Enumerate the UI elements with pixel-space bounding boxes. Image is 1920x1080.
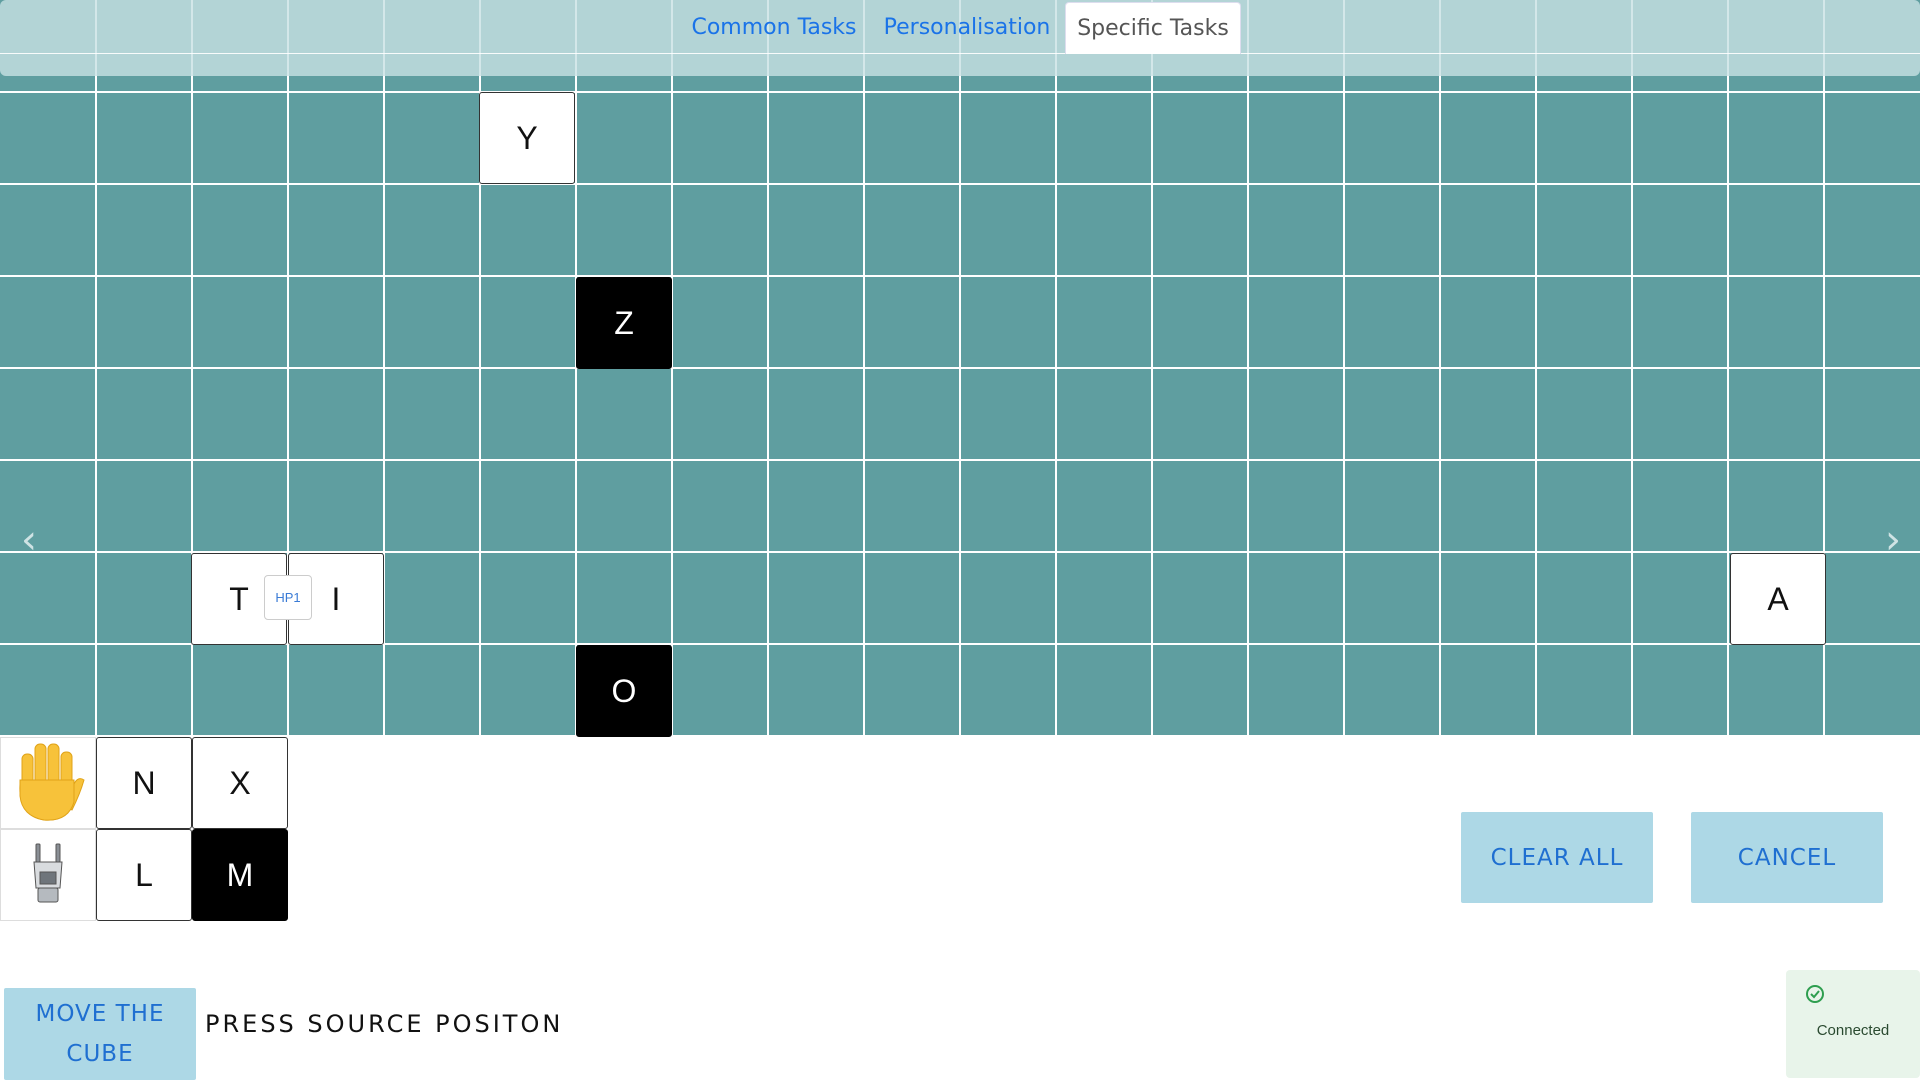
clear-all-button[interactable]: CLEAR ALL [1461,812,1653,903]
grid-line-horizontal [0,91,1920,93]
board-cube-o[interactable]: O [576,645,672,737]
grid-line-horizontal [0,275,1920,277]
hand-icon[interactable] [0,737,96,829]
palette-cube-n[interactable]: N [96,737,192,829]
prev-arrow-icon[interactable]: ‹ [14,517,44,563]
tab-common-tasks[interactable]: Common Tasks [684,2,864,54]
tab-specific-tasks[interactable]: Specific Tasks [1065,2,1241,54]
move-cube-button[interactable]: MOVE THE CUBE [4,988,196,1080]
tab-personalisation[interactable]: Personalisation [874,2,1060,54]
palette-cube-l[interactable]: L [96,829,192,921]
board-cube-z[interactable]: Z [576,277,672,369]
tab-bar: Common Tasks Personalisation Specific Ta… [0,0,1920,76]
next-arrow-icon[interactable]: › [1878,517,1908,563]
instruction-prompt: PRESS SOURCE POSITON [205,1010,564,1038]
cancel-button[interactable]: CANCEL [1691,812,1883,903]
robot-gripper-icon[interactable] [0,829,96,921]
connection-status: Connected [1786,970,1920,1078]
check-circle-icon [1806,985,1824,1003]
board-cube-a[interactable]: A [1730,553,1826,645]
hp-position-badge[interactable]: HP1 [264,575,312,620]
palette-cube-x[interactable]: X [192,737,288,829]
palette-cube-m[interactable]: M [192,829,288,921]
grid-line-horizontal [0,183,1920,185]
grid-line-horizontal [0,459,1920,461]
status-text: Connected [1816,1022,1890,1039]
grid-line-horizontal [0,367,1920,369]
board-cube-y[interactable]: Y [479,92,575,184]
grid-line-horizontal [0,551,1920,553]
